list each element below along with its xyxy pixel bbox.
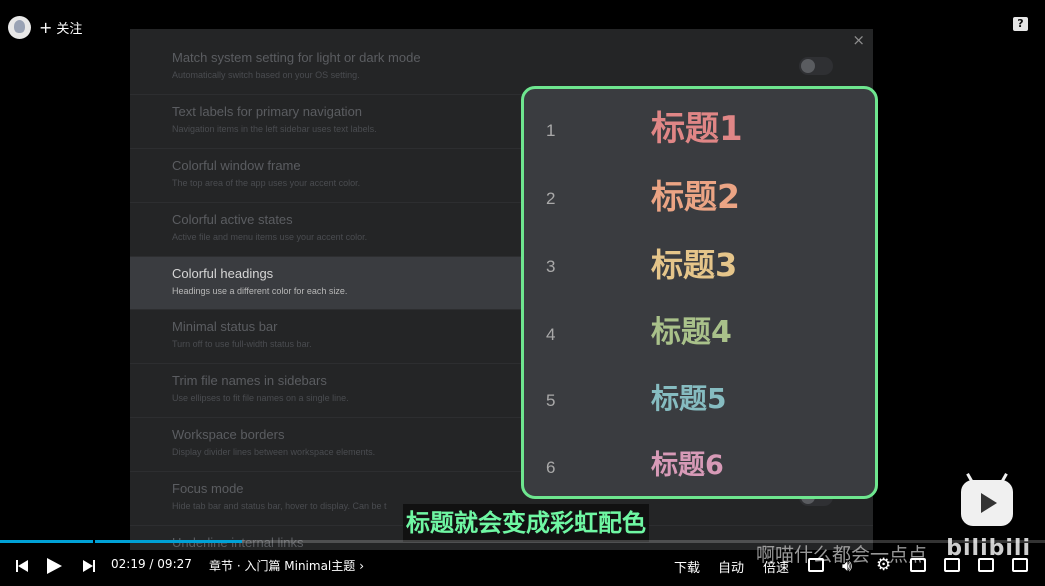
heading-row: 3 标题3: [524, 245, 875, 285]
heading-row: 5 标题5: [524, 379, 875, 419]
picture-in-picture-icon[interactable]: [978, 558, 994, 572]
auto-quality-button[interactable]: 自动: [718, 557, 744, 576]
settings-row-title: Match system setting for light or dark m…: [172, 50, 421, 65]
player-controls: 02:19 / 09:27 章节 · 入门篇 Minimal主题 › 下载 自动 …: [0, 553, 1045, 581]
progress-fill: [0, 540, 243, 543]
heading-number: 4: [546, 325, 556, 344]
heading-row: 6 标题6: [524, 446, 875, 486]
settings-toggle[interactable]: [799, 57, 833, 75]
plus-icon: +: [39, 17, 53, 37]
total-time: 09:27: [157, 557, 192, 571]
help-icon[interactable]: ?: [1013, 17, 1028, 31]
heading-number: 2: [546, 189, 556, 208]
uploader-follow: + 关注: [8, 16, 82, 39]
heading-number: 5: [546, 391, 556, 410]
subtitle: 标题就会变成彩虹配色: [403, 504, 649, 542]
gear-icon[interactable]: ⚙: [876, 557, 891, 574]
uploader-avatar[interactable]: [8, 16, 31, 39]
web-fullscreen-icon[interactable]: [944, 558, 960, 572]
next-icon[interactable]: [83, 560, 95, 572]
play-icon[interactable]: [47, 558, 62, 574]
heading-sample: 标题2: [651, 177, 740, 216]
heading-row: 1 标题1: [524, 109, 875, 149]
time-separator: /: [149, 557, 154, 571]
chevron-right-icon: ›: [359, 559, 365, 573]
speed-button[interactable]: 倍速: [763, 557, 789, 576]
heading-sample: 标题6: [651, 450, 724, 481]
bottom-decoration: [0, 578, 1045, 586]
volume-icon[interactable]: 🔊︎: [842, 556, 852, 576]
chapter-button[interactable]: 章节 · 入门篇 Minimal主题 ›: [209, 557, 364, 574]
chapter-label: 章节 · 入门篇 Minimal主题: [209, 559, 356, 573]
heading-sample: 标题5: [651, 382, 727, 415]
chapter-divider: [93, 540, 95, 543]
heading-sample: 标题4: [651, 315, 732, 350]
heading-sample: 标题3: [651, 246, 738, 284]
bilibili-tv-logo: [961, 480, 1013, 526]
heading-number: 1: [546, 121, 556, 140]
heading-row: 2 标题2: [524, 177, 875, 217]
fullscreen-icon[interactable]: [1012, 558, 1028, 572]
heading-row: 4 标题4: [524, 313, 875, 353]
progress-bar[interactable]: [0, 540, 1045, 543]
headings-preview: 1 标题1 2 标题2 3 标题3 4 标题4 5 标题5 6 标题6: [521, 86, 878, 499]
heading-number: 3: [546, 257, 556, 276]
follow-button[interactable]: + 关注: [39, 18, 82, 37]
previous-icon[interactable]: [16, 560, 28, 572]
heading-sample: 标题1: [651, 109, 743, 149]
follow-label: 关注: [56, 22, 83, 37]
danmaku-toggle-icon[interactable]: [808, 558, 824, 572]
settings-row-description: Automatically switch based on your OS se…: [172, 70, 360, 80]
download-button[interactable]: 下载: [674, 557, 700, 576]
heading-number: 6: [546, 458, 556, 477]
current-time: 02:19: [111, 557, 146, 571]
widescreen-icon[interactable]: [910, 558, 926, 572]
time-display: 02:19 / 09:27: [111, 557, 192, 571]
